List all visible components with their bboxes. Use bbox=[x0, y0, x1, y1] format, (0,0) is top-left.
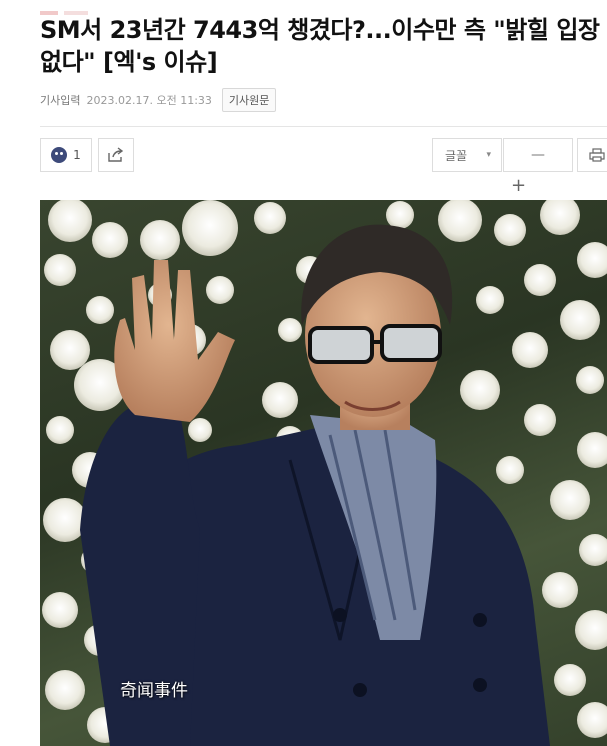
font-increase-button[interactable]: + bbox=[511, 176, 526, 196]
published-date: 2023.02.17. 오전 11:33 bbox=[86, 94, 212, 107]
minus-icon: — bbox=[531, 147, 545, 163]
reaction-count: 1 bbox=[73, 148, 81, 162]
article-headline: SM서 23년간 7443억 챙겼다?...이수만 측 "밝힐 입장 없다" [… bbox=[40, 16, 600, 76]
font-select-label: 글꼴 bbox=[445, 148, 468, 163]
surprised-face-icon bbox=[51, 147, 68, 163]
meta-divider bbox=[40, 126, 607, 127]
published-label: 기사입력 bbox=[40, 94, 81, 107]
article-meta: 기사입력 2023.02.17. 오전 11:33 기사원문 bbox=[40, 88, 277, 112]
print-button[interactable] bbox=[577, 138, 607, 172]
article-photo: 奇闻事件 bbox=[40, 200, 607, 746]
print-icon bbox=[589, 148, 605, 162]
reaction-button[interactable]: 1 bbox=[40, 138, 92, 172]
watermark-text: 奇闻事件 bbox=[120, 681, 188, 701]
font-decrease-button[interactable]: — bbox=[503, 138, 573, 172]
top-strip-decoration bbox=[40, 0, 140, 15]
original-article-button[interactable]: 기사원문 bbox=[221, 88, 277, 112]
photo-illustration bbox=[42, 200, 607, 746]
share-button[interactable] bbox=[98, 138, 134, 172]
share-icon bbox=[108, 147, 124, 162]
article-toolbar: 1 글꼴 ▾ — + bbox=[40, 138, 607, 198]
font-select[interactable]: 글꼴 ▾ bbox=[432, 138, 502, 172]
chevron-down-icon: ▾ bbox=[486, 150, 491, 160]
